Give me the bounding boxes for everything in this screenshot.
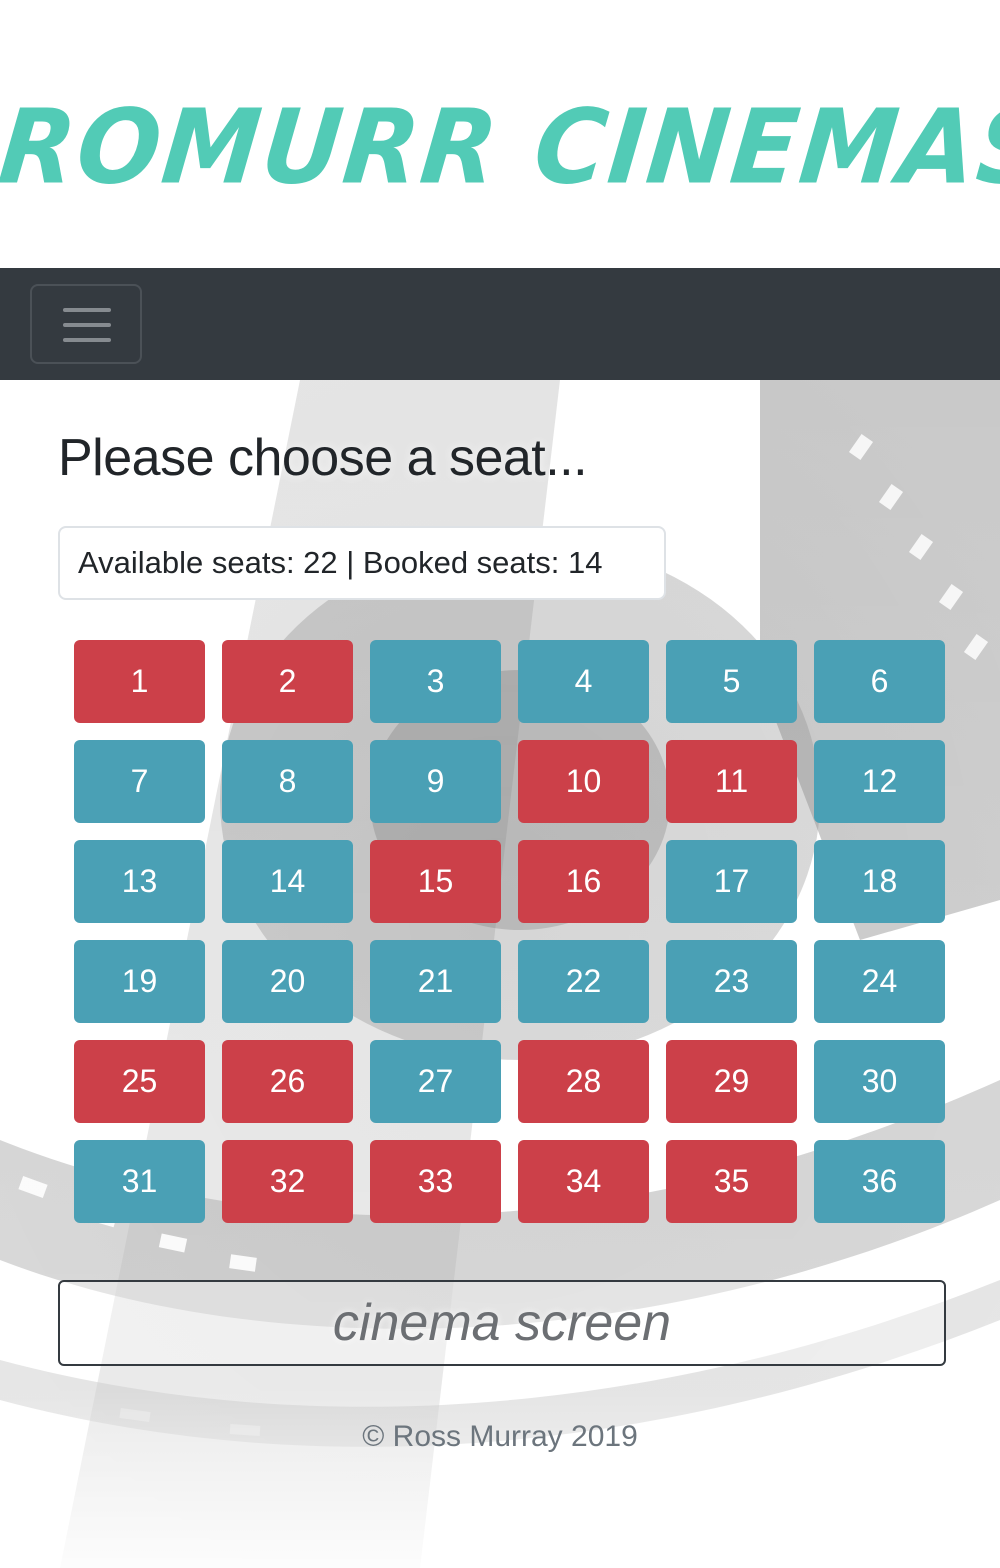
seat-button-12[interactable]: 12 bbox=[814, 740, 945, 823]
seat-button-16[interactable]: 16 bbox=[518, 840, 649, 923]
cinema-screen: cinema screen bbox=[58, 1280, 946, 1366]
navbar bbox=[0, 268, 1000, 380]
seat-button-13[interactable]: 13 bbox=[74, 840, 205, 923]
seat-button-1[interactable]: 1 bbox=[74, 640, 205, 723]
seat-button-9[interactable]: 9 bbox=[370, 740, 501, 823]
seat-button-28[interactable]: 28 bbox=[518, 1040, 649, 1123]
seat-button-15[interactable]: 15 bbox=[370, 840, 501, 923]
seat-button-19[interactable]: 19 bbox=[74, 940, 205, 1023]
seat-button-33[interactable]: 33 bbox=[370, 1140, 501, 1223]
seat-button-36[interactable]: 36 bbox=[814, 1140, 945, 1223]
seat-grid: 1 2 3 4 5 6 7 8 9 10 11 12 13 14 15 16 17 18 19 20 21 22 23 24 2… bbox=[74, 640, 946, 1223]
seat-button-27[interactable]: 27 bbox=[370, 1040, 501, 1123]
seat-button-4[interactable]: 4 bbox=[518, 640, 649, 723]
seat-button-11[interactable]: 11 bbox=[666, 740, 797, 823]
seat-button-2[interactable]: 2 bbox=[222, 640, 353, 723]
seat-button-21[interactable]: 21 bbox=[370, 940, 501, 1023]
seat-button-5[interactable]: 5 bbox=[666, 640, 797, 723]
seat-button-3[interactable]: 3 bbox=[370, 640, 501, 723]
seat-button-20[interactable]: 20 bbox=[222, 940, 353, 1023]
footer: © Ross Murray 2019 bbox=[0, 1420, 1000, 1454]
seat-summary-text: Available seats: 22 | Booked seats: 14 bbox=[78, 545, 603, 580]
page-title: Please choose a seat... bbox=[58, 429, 588, 487]
seat-button-31[interactable]: 31 bbox=[74, 1140, 205, 1223]
cinema-screen-label: cinema screen bbox=[332, 1294, 672, 1352]
seat-summary: Available seats: 22 | Booked seats: 14 bbox=[58, 526, 666, 600]
seat-button-17[interactable]: 17 bbox=[666, 840, 797, 923]
seat-button-14[interactable]: 14 bbox=[222, 840, 353, 923]
copyright-text: © Ross Murray 2019 bbox=[362, 1420, 638, 1453]
seat-button-26[interactable]: 26 bbox=[222, 1040, 353, 1123]
seat-button-29[interactable]: 29 bbox=[666, 1040, 797, 1123]
seat-button-24[interactable]: 24 bbox=[814, 940, 945, 1023]
seat-button-30[interactable]: 30 bbox=[814, 1040, 945, 1123]
seat-button-32[interactable]: 32 bbox=[222, 1140, 353, 1223]
seat-button-18[interactable]: 18 bbox=[814, 840, 945, 923]
seat-button-23[interactable]: 23 bbox=[666, 940, 797, 1023]
seat-button-8[interactable]: 8 bbox=[222, 740, 353, 823]
seat-button-25[interactable]: 25 bbox=[74, 1040, 205, 1123]
brand-logo[interactable]: ROMURR CINEMAS bbox=[0, 75, 1000, 222]
seat-button-35[interactable]: 35 bbox=[666, 1140, 797, 1223]
seat-button-7[interactable]: 7 bbox=[74, 740, 205, 823]
seat-button-6[interactable]: 6 bbox=[814, 640, 945, 723]
site-header: ROMURR CINEMAS bbox=[0, 0, 1000, 268]
seat-button-10[interactable]: 10 bbox=[518, 740, 649, 823]
seat-button-22[interactable]: 22 bbox=[518, 940, 649, 1023]
page: ROMURR CINEMAS Please choose a seat... A… bbox=[0, 0, 1000, 1568]
seat-button-34[interactable]: 34 bbox=[518, 1140, 649, 1223]
navbar-toggle-button[interactable] bbox=[30, 284, 142, 364]
